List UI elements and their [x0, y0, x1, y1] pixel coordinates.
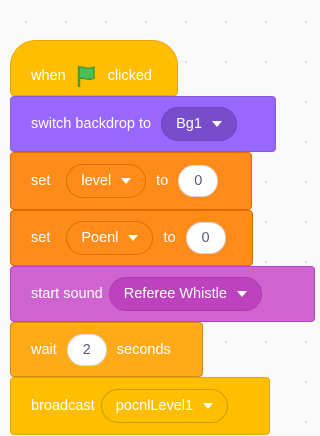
- broadcast-label: broadcast: [31, 398, 95, 414]
- value-input[interactable]: 0: [178, 165, 219, 197]
- wait-label: wait: [31, 341, 57, 358]
- chevron-down-icon: [236, 291, 247, 297]
- seconds-input[interactable]: 2: [66, 333, 107, 366]
- start-sound-label: start sound: [31, 286, 103, 302]
- sound-dropdown[interactable]: Referee Whistle: [108, 277, 262, 311]
- start-sound-block[interactable]: start sound Referee Whistle: [10, 266, 315, 322]
- chevron-down-icon: [211, 121, 222, 127]
- chevron-down-icon: [128, 235, 139, 241]
- wait-seconds-block[interactable]: wait 2 seconds: [10, 322, 203, 377]
- to-label: to: [156, 173, 169, 189]
- when-label: when: [31, 68, 66, 84]
- code-script: when clicked switch backdrop to Bg1 set …: [0, 0, 319, 436]
- seconds-label: seconds: [116, 341, 171, 358]
- set-label: set: [31, 230, 51, 246]
- variable-dropdown-value: Poenl: [81, 230, 119, 246]
- set-level-block[interactable]: set level to 0: [10, 152, 252, 210]
- to-label: to: [163, 230, 176, 246]
- chevron-down-icon: [203, 403, 214, 409]
- value-input[interactable]: 0: [185, 222, 226, 254]
- chevron-down-icon: [121, 178, 132, 184]
- green-flag-icon: [77, 65, 95, 88]
- variable-dropdown-level[interactable]: level: [66, 164, 147, 198]
- variable-dropdown-poenl[interactable]: Poenl: [66, 221, 154, 255]
- message-dropdown-value: pocnlLevel1: [115, 398, 194, 414]
- backdrop-dropdown[interactable]: Bg1: [161, 107, 237, 141]
- variable-dropdown-value: level: [81, 173, 112, 189]
- clicked-label: clicked: [107, 68, 152, 84]
- set-label: set: [31, 173, 51, 189]
- backdrop-dropdown-value: Bg1: [176, 116, 202, 132]
- when-flag-clicked-block[interactable]: when clicked: [10, 40, 178, 96]
- sound-dropdown-value: Referee Whistle: [123, 286, 227, 302]
- message-dropdown[interactable]: pocnlLevel1: [100, 389, 229, 423]
- broadcast-block[interactable]: broadcast pocnlLevel1: [10, 377, 270, 435]
- set-poenl-block[interactable]: set Poenl to 0: [10, 210, 253, 266]
- switch-backdrop-label: switch backdrop to: [31, 116, 152, 132]
- switch-backdrop-block[interactable]: switch backdrop to Bg1: [10, 96, 276, 152]
